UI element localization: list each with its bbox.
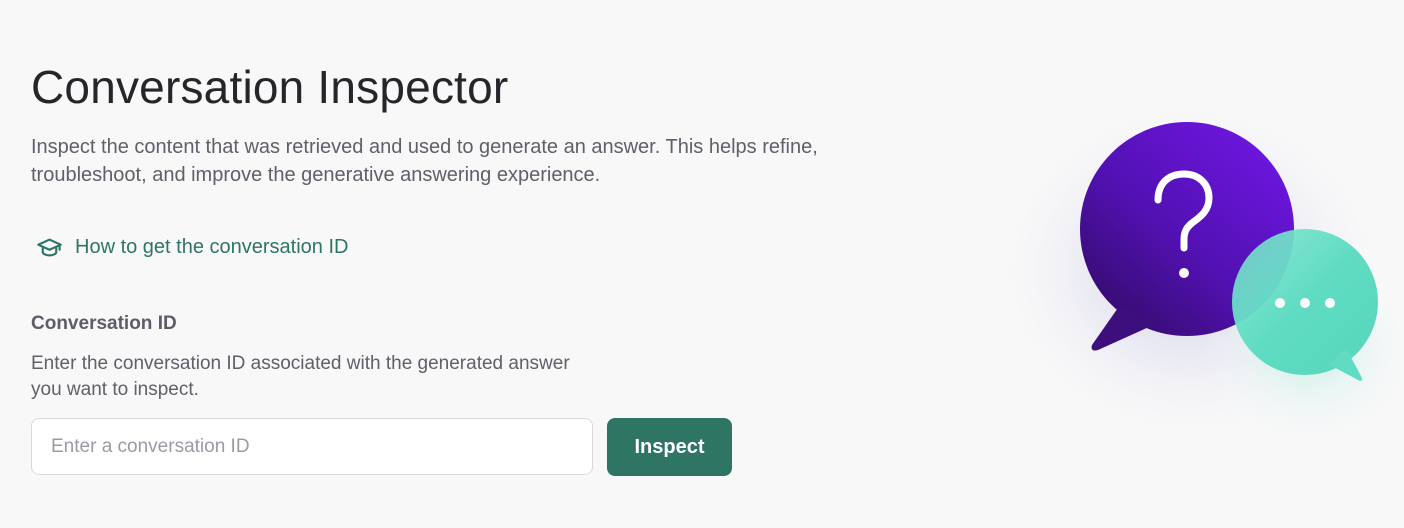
page-title: Conversation Inspector <box>31 61 509 113</box>
chat-bubbles-illustration <box>1000 100 1404 450</box>
how-to-get-conversation-id-link[interactable]: How to get the conversation ID <box>36 234 348 261</box>
page-description: Inspect the content that was retrieved a… <box>31 136 818 186</box>
graduation-cap-icon <box>36 234 63 261</box>
conversation-id-input[interactable] <box>31 418 593 475</box>
conversation-id-help-text: Enter the conversation ID associated wit… <box>31 353 570 400</box>
conversation-id-label: Conversation ID <box>31 313 177 334</box>
inspect-button[interactable]: Inspect <box>607 418 732 476</box>
how-to-get-conversation-id-label: How to get the conversation ID <box>75 236 349 258</box>
